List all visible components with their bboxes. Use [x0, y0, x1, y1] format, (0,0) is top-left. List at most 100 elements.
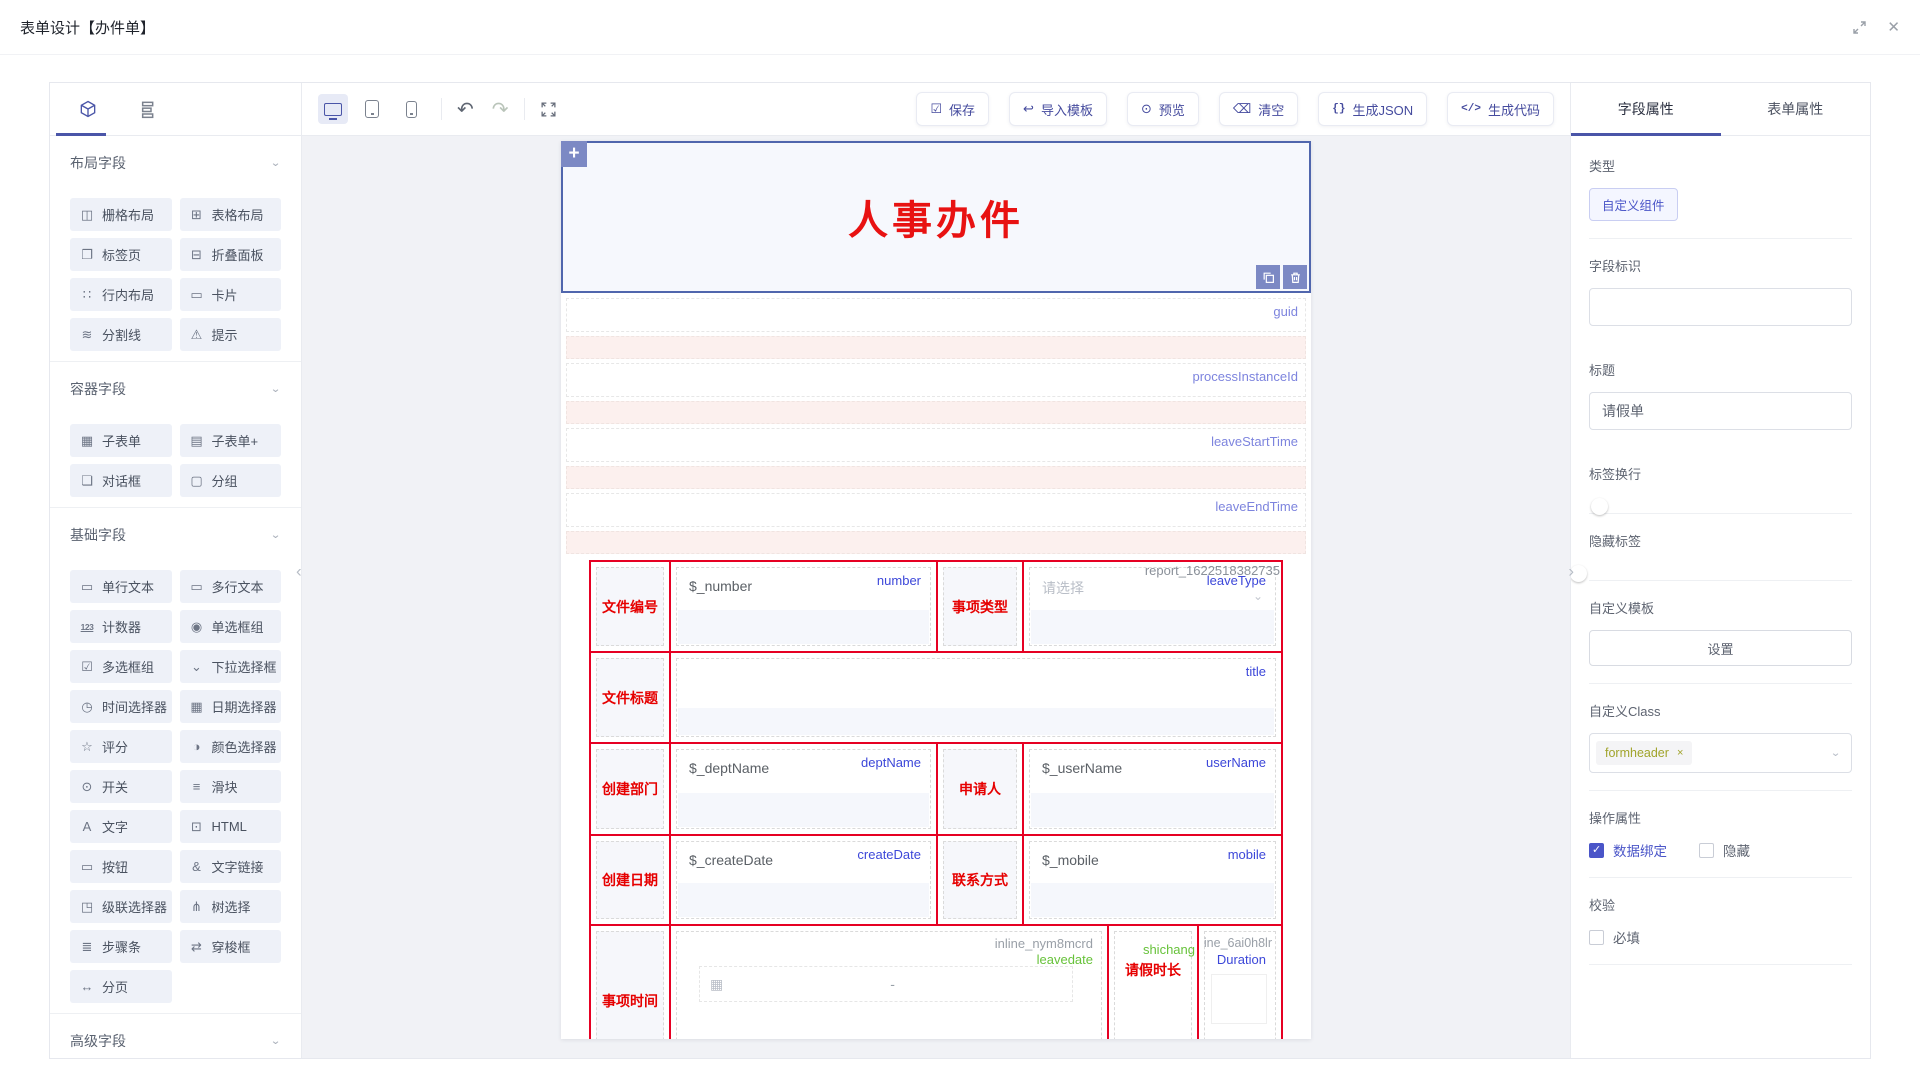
- palette-item-2-17[interactable]: ⋔树选择: [180, 890, 282, 923]
- hidden-field-leaveStartTime[interactable]: leaveStartTime: [566, 428, 1306, 462]
- palette-item-2-13[interactable]: ⊡HTML: [180, 810, 282, 843]
- field-label-cell[interactable]: 创建日期: [591, 836, 669, 924]
- device-tablet-button[interactable]: [357, 94, 387, 124]
- toolbar-button-3[interactable]: ⌫清空: [1219, 92, 1298, 126]
- type-tag[interactable]: 自定义组件: [1589, 188, 1678, 221]
- class-tag-remove-icon[interactable]: ×: [1677, 747, 1683, 759]
- toolbar-button-1[interactable]: ↩导入模板: [1009, 92, 1107, 126]
- field-label-cell[interactable]: 文件标题: [591, 653, 669, 742]
- palette-item-0-5[interactable]: ▭卡片: [180, 278, 282, 311]
- date-range-cell[interactable]: inline_nym8mcrdleavedate▦-: [671, 926, 1107, 1039]
- palette-item-0-6[interactable]: ≋分割线: [70, 318, 172, 351]
- palette-item-0-0[interactable]: ◫栅格布局: [70, 198, 172, 231]
- palette-item-2-12[interactable]: A文字: [70, 810, 172, 843]
- palette-item-2-15[interactable]: &文字链接: [180, 850, 282, 883]
- field-input-cell[interactable]: $_mobilemobile: [1024, 836, 1281, 924]
- palette-item-2-9[interactable]: ◑颜色选择器: [180, 730, 282, 763]
- field-input-cell[interactable]: $_numbernumber: [671, 562, 936, 651]
- window-expand-icon[interactable]: [1852, 20, 1867, 35]
- hidden-field-input-row[interactable]: [566, 401, 1306, 424]
- canvas-scroll[interactable]: + 人事办件: [302, 136, 1570, 1058]
- field-label-cell[interactable]: shichang请假时长: [1109, 926, 1197, 1039]
- palette-item-2-2[interactable]: 123计数器: [70, 610, 172, 643]
- palette-item-2-6[interactable]: ◷时间选择器: [70, 690, 172, 723]
- required-checkbox[interactable]: 必填: [1589, 927, 1640, 947]
- hidden-field-input-row[interactable]: [566, 531, 1306, 554]
- device-desktop-button[interactable]: [318, 94, 348, 124]
- hidden-field-input-row[interactable]: [566, 336, 1306, 359]
- field-id-input[interactable]: [1589, 288, 1852, 326]
- palette-item-2-0[interactable]: ▭单行文本: [70, 570, 172, 603]
- palette-item-2-20[interactable]: ↔分页: [70, 970, 172, 1003]
- window-close-icon[interactable]: ✕: [1887, 18, 1900, 36]
- palette-section-header[interactable]: 容器字段⌄: [70, 379, 281, 399]
- field-label-cell[interactable]: 文件编号: [591, 562, 669, 651]
- hidden-field-input-row[interactable]: [566, 466, 1306, 489]
- collapse-right-panel-handle[interactable]: ›: [1568, 562, 1574, 579]
- palette-section-header[interactable]: 布局字段⌄: [70, 153, 281, 173]
- toolbar-button-2[interactable]: ⊙预览: [1127, 92, 1199, 126]
- duration-cell[interactable]: ine_6ai0h8lrDuration: [1199, 926, 1281, 1039]
- palette-item-2-11[interactable]: ≡滑块: [180, 770, 282, 803]
- device-phone-button[interactable]: [396, 94, 426, 124]
- field-label-cell[interactable]: 申请人: [938, 744, 1022, 834]
- hidden-checkbox[interactable]: 隐藏: [1699, 840, 1750, 860]
- tab-form-properties[interactable]: 表单属性: [1721, 83, 1871, 135]
- field-label-cell[interactable]: 联系方式: [938, 836, 1022, 924]
- palette-item-2-3[interactable]: ◉单选框组: [180, 610, 282, 643]
- palette-item-0-7[interactable]: ⚠提示: [180, 318, 282, 351]
- palette-section-header[interactable]: 基础字段⌄: [70, 525, 281, 545]
- cell-inner: 事项时间: [596, 931, 664, 1039]
- palette-item-2-19[interactable]: ⇄穿梭框: [180, 930, 282, 963]
- toolbar-button-5[interactable]: </>生成代码: [1447, 92, 1554, 126]
- redo-button[interactable]: ↷: [492, 97, 509, 122]
- field-value: $_userName: [1042, 760, 1122, 776]
- palette-item-2-7[interactable]: ▦日期选择器: [180, 690, 282, 723]
- move-handle-icon[interactable]: +: [561, 141, 587, 167]
- palette-item-1-2[interactable]: ❏对话框: [70, 464, 172, 497]
- palette-item-2-18[interactable]: ≣步骤条: [70, 930, 172, 963]
- outline-tab-tree-icon[interactable]: [136, 99, 156, 119]
- palette-item-2-10[interactable]: ⊙开关: [70, 770, 172, 803]
- field-textarea-cell[interactable]: title: [671, 653, 1281, 742]
- palette-item-0-4[interactable]: ∷行内布局: [70, 278, 172, 311]
- field-label-cell[interactable]: 事项时间: [591, 926, 669, 1039]
- field-input-cell[interactable]: $_deptNamedeptName: [671, 744, 936, 834]
- palette-item-1-3[interactable]: ▢分组: [180, 464, 282, 497]
- components-tab-cube-icon[interactable]: [78, 99, 98, 119]
- collapse-left-panel-handle[interactable]: ‹: [296, 562, 302, 579]
- duration-input[interactable]: [1211, 974, 1267, 1024]
- custom-class-select[interactable]: formheader × ⌄: [1589, 733, 1852, 773]
- field-input-cell[interactable]: $_createDatecreateDate: [671, 836, 936, 924]
- tab-field-properties[interactable]: 字段属性: [1571, 83, 1721, 135]
- title-input[interactable]: [1589, 392, 1852, 430]
- undo-button[interactable]: ↶: [457, 97, 474, 122]
- palette-item-0-3[interactable]: ⊟折叠面板: [180, 238, 282, 271]
- toolbar-button-4[interactable]: {}生成JSON: [1318, 92, 1427, 126]
- hidden-field-leaveEndTime[interactable]: leaveEndTime: [566, 493, 1306, 527]
- field-label-cell[interactable]: 创建部门: [591, 744, 669, 834]
- palette-item-2-4[interactable]: ☑多选框组: [70, 650, 172, 683]
- copy-block-icon[interactable]: [1256, 265, 1280, 289]
- palette-item-1-0[interactable]: ▦子表单: [70, 424, 172, 457]
- fullscreen-button[interactable]: [540, 101, 557, 118]
- hidden-field-processInstanceId[interactable]: processInstanceId: [566, 363, 1306, 397]
- field-input-cell[interactable]: $_userNameuserName: [1024, 744, 1281, 834]
- hidden-field-guid[interactable]: guid: [566, 298, 1306, 332]
- palette-item-2-16[interactable]: ◳级联选择器: [70, 890, 172, 923]
- palette-item-2-8[interactable]: ☆评分: [70, 730, 172, 763]
- palette-item-0-2[interactable]: ❐标签页: [70, 238, 172, 271]
- form-header-block-selected[interactable]: + 人事办件: [561, 141, 1311, 293]
- palette-section-header[interactable]: 高级字段⌄: [70, 1031, 281, 1051]
- date-range-input[interactable]: ▦-: [699, 966, 1073, 1002]
- palette-item-0-1[interactable]: ⊞表格布局: [180, 198, 282, 231]
- data-binding-checkbox[interactable]: 数据绑定: [1589, 840, 1667, 860]
- field-label-cell[interactable]: 事项类型: [938, 562, 1022, 651]
- palette-item-1-1[interactable]: ▤子表单+: [180, 424, 282, 457]
- settings-button[interactable]: 设置: [1589, 630, 1852, 666]
- palette-item-2-1[interactable]: ▭多行文本: [180, 570, 282, 603]
- toolbar-button-0[interactable]: ☑保存: [916, 92, 989, 126]
- palette-item-2-14[interactable]: ▭按钮: [70, 850, 172, 883]
- delete-block-icon[interactable]: [1283, 265, 1307, 289]
- palette-item-2-5[interactable]: ⌄下拉选择框: [180, 650, 282, 683]
